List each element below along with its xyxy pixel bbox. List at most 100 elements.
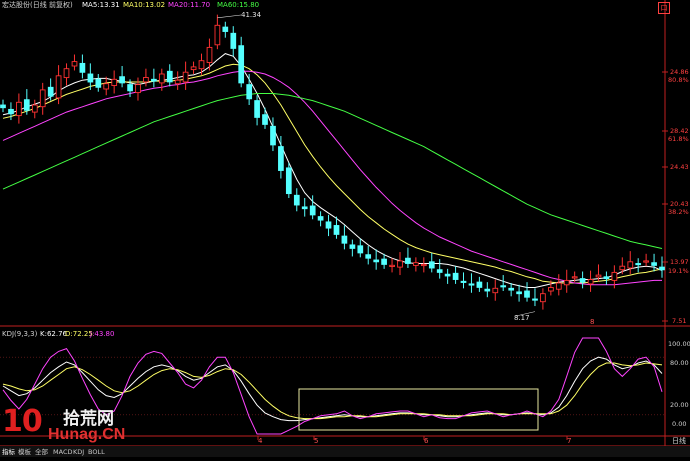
- ma-line-ma20: [2, 70, 662, 286]
- candle-up: [540, 293, 546, 303]
- kdj-tick: 100.00: [668, 340, 690, 348]
- candle-up: [413, 262, 419, 266]
- high-price-annotation: 41.34: [241, 11, 262, 19]
- candle-down: [278, 146, 284, 171]
- candle-up: [39, 89, 46, 108]
- high-leader-line: [217, 14, 242, 19]
- price-tick: 28.42: [670, 127, 689, 135]
- candle-up: [627, 261, 634, 269]
- candle-up: [214, 24, 221, 46]
- candle-down: [349, 244, 356, 249]
- candle-up: [143, 77, 149, 83]
- tab-kdj[interactable]: KDJ: [73, 448, 84, 457]
- kdj-highlight-box: [298, 388, 539, 431]
- candle-down: [452, 272, 459, 280]
- candle-down: [47, 86, 54, 97]
- tab-template[interactable]: 模板: [18, 448, 31, 457]
- candle-up: [548, 287, 554, 292]
- candle-down: [95, 78, 102, 88]
- tab-all[interactable]: 全部: [35, 448, 48, 457]
- candle-down: [301, 206, 308, 210]
- kdj-tick: 0.00: [672, 420, 687, 428]
- month-label: 8: [590, 318, 595, 326]
- candle-down: [484, 288, 491, 292]
- candle-up: [563, 279, 570, 286]
- candle-down: [635, 263, 642, 266]
- candle-down: [476, 281, 483, 288]
- candle-up: [389, 264, 395, 267]
- candle-down: [238, 45, 245, 84]
- candle-down: [246, 84, 253, 100]
- candle-down: [373, 259, 380, 263]
- ma5-label: MA5:13.31: [82, 1, 120, 9]
- price-pct: 19.1%: [668, 267, 689, 275]
- candle-up: [643, 260, 649, 263]
- candle-down: [293, 194, 300, 206]
- candle-down: [428, 261, 435, 269]
- kdj-k-value: K:62.76: [40, 330, 67, 338]
- candle-down: [357, 245, 364, 254]
- price-tick: 13.97: [670, 258, 689, 266]
- month-label: 6: [424, 437, 429, 445]
- tab-indicator[interactable]: 指标: [2, 448, 15, 457]
- candle-down: [254, 100, 260, 118]
- candle-down: [285, 167, 292, 195]
- price-pct: 80.8%: [668, 76, 689, 84]
- candle-up: [55, 75, 62, 99]
- candle-up: [182, 71, 189, 83]
- candle-down: [230, 32, 237, 49]
- candle-down: [309, 205, 316, 216]
- candle-down: [532, 298, 538, 301]
- candle-up: [420, 263, 427, 267]
- candle-up: [158, 73, 165, 84]
- candle-up: [397, 260, 403, 268]
- candle-down: [659, 266, 665, 271]
- candle-down: [381, 258, 387, 265]
- kdj-title: KDJ(9,3,3): [2, 330, 38, 338]
- candle-up: [31, 104, 38, 113]
- ma-line-ma10: [2, 63, 663, 284]
- candle-down: [468, 283, 475, 286]
- candle-down: [79, 62, 86, 73]
- candle-up: [63, 68, 70, 79]
- candle-down: [444, 273, 451, 277]
- candle-down: [436, 269, 443, 273]
- kdj-j-value: J:43.80: [90, 330, 115, 338]
- chart-title: 宏达股份(日线 前复权): [2, 1, 73, 9]
- candle-up: [555, 282, 562, 290]
- tab-boll[interactable]: BOLL: [88, 448, 105, 457]
- candle-down: [341, 235, 348, 244]
- watermark-domain: Hunag.CN: [48, 426, 126, 443]
- candle-down: [524, 290, 530, 298]
- month-label: 7: [567, 437, 572, 445]
- candle-down: [87, 73, 94, 83]
- kdj-d-value: D:72.25: [65, 330, 93, 338]
- candle-down: [222, 26, 229, 32]
- candle-up: [103, 83, 110, 90]
- candle-up: [611, 271, 618, 281]
- ma-line-ma5: [2, 53, 663, 288]
- candle-down: [651, 262, 657, 266]
- price-pct: 61.8%: [668, 135, 689, 143]
- ma60-label: MA60:15.80: [217, 1, 260, 9]
- tab-macd[interactable]: MACD: [53, 448, 72, 457]
- price-tick: 20.43: [670, 200, 689, 208]
- candle-down: [603, 276, 610, 280]
- price-tick: 24.86: [670, 68, 689, 76]
- ma20-label: MA20:11.70: [168, 1, 211, 9]
- candle-down: [516, 291, 522, 295]
- chart-svg: [0, 0, 690, 457]
- period-label[interactable]: 日线: [672, 437, 686, 446]
- candle-down: [579, 278, 586, 283]
- candle-down: [508, 287, 515, 291]
- price-tick: 24.43: [670, 163, 689, 171]
- candle-up: [16, 101, 22, 117]
- kdj-tick: 80.00: [670, 359, 689, 367]
- window-toggle-icon[interactable]: 口: [658, 2, 670, 14]
- candle-down: [151, 78, 157, 82]
- low-price-annotation: 8.17: [514, 314, 530, 322]
- candle-up: [492, 287, 499, 294]
- price-tick: 7.51: [672, 317, 687, 325]
- candle-down: [8, 108, 14, 115]
- candle-down: [333, 225, 340, 235]
